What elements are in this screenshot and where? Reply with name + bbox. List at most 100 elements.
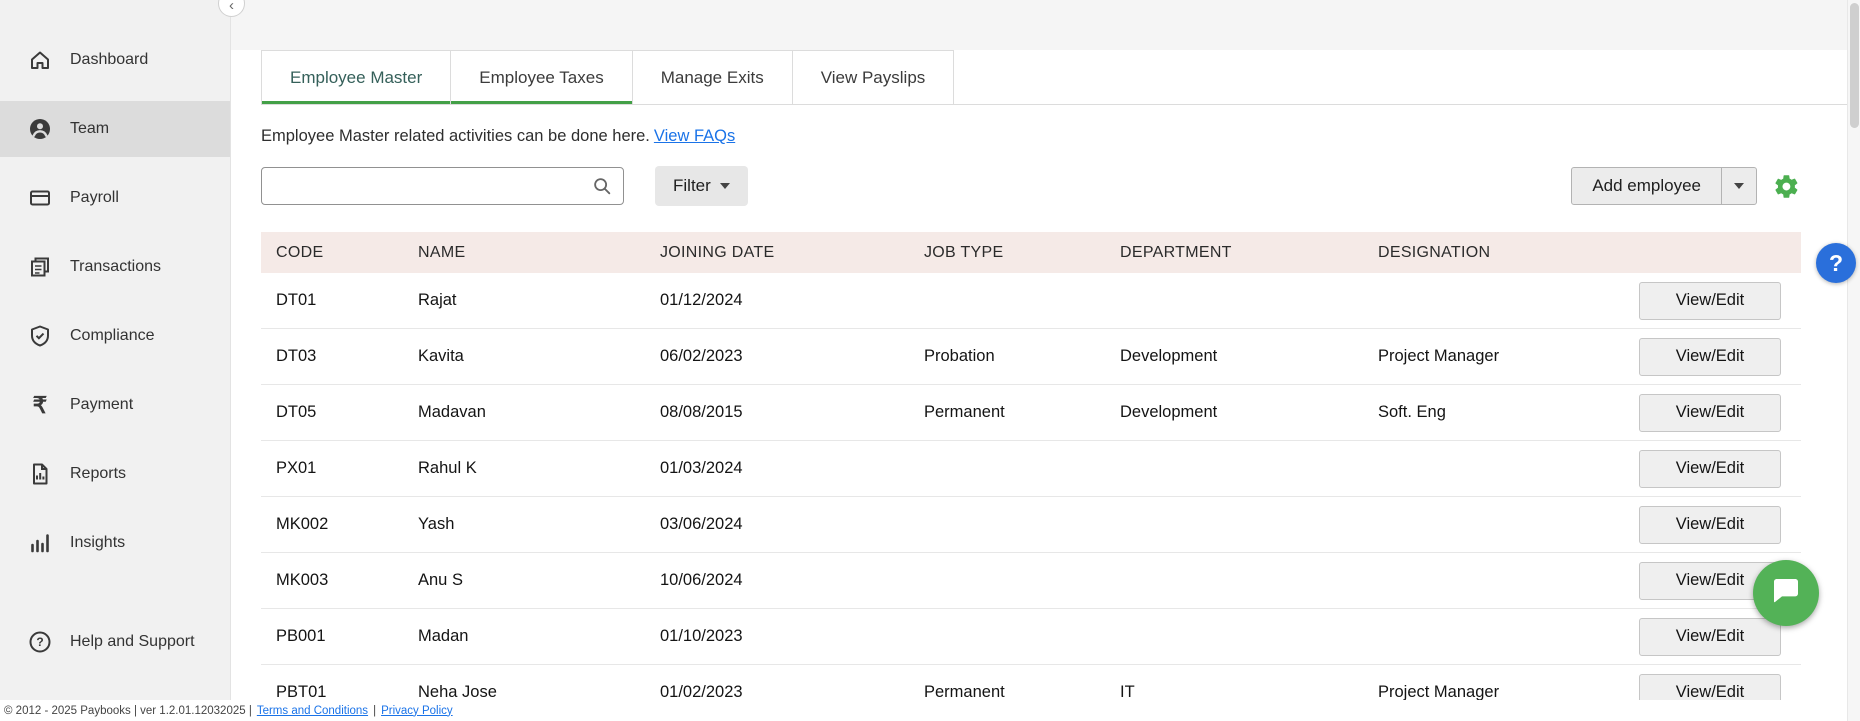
- privacy-link[interactable]: Privacy Policy: [381, 705, 453, 717]
- tab-employee-master[interactable]: Employee Master: [261, 50, 452, 104]
- add-employee-label: Add employee: [1592, 176, 1701, 195]
- view-edit-button[interactable]: View/Edit: [1639, 505, 1781, 544]
- search-box: [261, 167, 624, 205]
- column-header-code: CODE: [276, 243, 324, 261]
- tab-view-payslips[interactable]: View Payslips: [791, 50, 955, 104]
- table-row: PBT01 Neha Jose 01/02/2023 Permanent IT Proje…: [261, 665, 1801, 700]
- column-header-name: NAME: [418, 243, 466, 261]
- page-scrollbar[interactable]: [1847, 0, 1860, 721]
- sidebar-item-label: Insights: [70, 534, 126, 551]
- cell-actions: View/Edit: [1639, 617, 1781, 656]
- chevron-down-icon: [719, 183, 730, 189]
- cell-code: PB001: [276, 627, 326, 645]
- sidebar-nav: Dashboard Team Payroll Transactions Complian…: [0, 0, 230, 571]
- chat-icon: [1770, 575, 1802, 612]
- add-employee-button[interactable]: Add employee: [1571, 167, 1757, 205]
- chevron-down-icon: [1734, 183, 1744, 189]
- view-edit-button[interactable]: View/Edit: [1639, 337, 1781, 376]
- sidebar-item-payroll[interactable]: Payroll: [0, 170, 230, 226]
- cell-code: MK002: [276, 515, 329, 533]
- table-row: PX01 Rahul K 01/03/2024 View/Edit: [261, 441, 1801, 497]
- view-edit-button[interactable]: View/Edit: [1639, 393, 1781, 432]
- table-body: DT01 Rajat 01/12/2024 View/Edit DT03 Kavita 06…: [261, 273, 1801, 700]
- cell-name: Rahul K: [418, 459, 477, 477]
- sidebar-item-label: Transactions: [70, 258, 161, 275]
- payroll-icon: [27, 185, 53, 211]
- transactions-icon: [27, 254, 53, 280]
- cell-designation: Project Manager: [1378, 683, 1500, 700]
- view-edit-button[interactable]: View/Edit: [1639, 281, 1781, 320]
- chat-widget-button[interactable]: [1753, 560, 1819, 626]
- cell-actions: View/Edit: [1639, 505, 1781, 544]
- cell-code: PX01: [276, 459, 317, 477]
- sidebar-item-label: Payroll: [70, 189, 119, 206]
- sidebar-item-label: Dashboard: [70, 51, 149, 68]
- column-header-designation: DESIGNATION: [1378, 243, 1491, 261]
- column-header-joining-date: JOINING DATE: [660, 243, 775, 261]
- cell-actions: View/Edit: [1639, 673, 1781, 700]
- tab-employee-taxes[interactable]: Employee Taxes: [450, 50, 633, 104]
- table-row: DT01 Rajat 01/12/2024 View/Edit: [261, 273, 1801, 329]
- sidebar-item-transactions[interactable]: Transactions: [0, 239, 230, 295]
- tab-bar: Employee Master Employee Taxes Manage Exit…: [261, 50, 1847, 105]
- footer: © 2012 - 2025 Paybooks | ver 1.2.01.1203…: [0, 700, 1860, 721]
- top-strip: [231, 0, 1860, 50]
- sidebar-item-payment[interactable]: ₹ Payment: [0, 377, 230, 433]
- cell-actions: View/Edit: [1639, 449, 1781, 488]
- description-text: Employee Master related activities can b…: [261, 127, 650, 145]
- sidebar-item-insights[interactable]: Insights: [0, 515, 230, 571]
- help-bubble-button[interactable]: ?: [1816, 243, 1856, 283]
- sidebar-item-dashboard[interactable]: Dashboard: [0, 32, 230, 88]
- cell-name: Yash: [418, 515, 455, 533]
- table-row: DT03 Kavita 06/02/2023 Probation Development…: [261, 329, 1801, 385]
- view-edit-button[interactable]: View/Edit: [1639, 449, 1781, 488]
- cell-name: Kavita: [418, 347, 464, 365]
- insights-icon: [27, 530, 53, 556]
- search-icon[interactable]: [591, 175, 613, 197]
- table-row: PB001 Madan 01/10/2023 View/Edit: [261, 609, 1801, 665]
- column-header-job-type: JOB TYPE: [924, 243, 1004, 261]
- copyright-text: © 2012 - 2025 Paybooks | ver 1.2.01.1203…: [4, 704, 252, 717]
- sidebar: Dashboard Team Payroll Transactions Complian…: [0, 0, 231, 700]
- toolbar: Filter Add employee: [261, 166, 1801, 206]
- scrollbar-thumb[interactable]: [1850, 3, 1859, 128]
- cell-name: Neha Jose: [418, 683, 497, 700]
- cell-actions: View/Edit: [1639, 393, 1781, 432]
- team-icon: [27, 116, 53, 142]
- filter-button[interactable]: Filter: [655, 166, 748, 206]
- settings-gear-icon[interactable]: [1771, 171, 1801, 201]
- cell-code: MK003: [276, 571, 329, 589]
- cell-name: Rajat: [418, 291, 457, 309]
- sidebar-item-label: Help and Support: [70, 633, 195, 650]
- view-faqs-link[interactable]: View FAQs: [654, 127, 735, 145]
- cell-department: Development: [1120, 347, 1218, 365]
- cell-department: IT: [1120, 683, 1135, 700]
- cell-joining-date: 01/12/2024: [660, 291, 743, 309]
- cell-job-type: Permanent: [924, 403, 1005, 421]
- sidebar-item-label: Compliance: [70, 327, 155, 344]
- cell-department: Development: [1120, 403, 1218, 421]
- search-input[interactable]: [274, 176, 591, 196]
- cell-joining-date: 08/08/2015: [660, 403, 743, 421]
- cell-job-type: Probation: [924, 347, 995, 365]
- sidebar-item-help-and-support[interactable]: ? Help and Support: [0, 614, 230, 670]
- view-edit-button[interactable]: View/Edit: [1639, 617, 1781, 656]
- add-employee-dropdown[interactable]: [1722, 168, 1756, 204]
- cell-code: DT01: [276, 291, 317, 309]
- cell-joining-date: 01/10/2023: [660, 627, 743, 645]
- sidebar-item-reports[interactable]: Reports: [0, 446, 230, 502]
- sidebar-item-label: Reports: [70, 465, 127, 482]
- page-description: Employee Master related activities can b…: [261, 127, 1860, 146]
- terms-link[interactable]: Terms and Conditions: [257, 705, 368, 717]
- footer-divider: |: [373, 704, 377, 717]
- cell-designation: Project Manager: [1378, 347, 1500, 365]
- cell-joining-date: 03/06/2024: [660, 515, 743, 533]
- sidebar-item-team[interactable]: Team: [0, 101, 230, 157]
- main-content: Employee Master Employee Taxes Manage Exit…: [231, 0, 1860, 700]
- sidebar-item-label: Payment: [70, 396, 134, 413]
- tab-manage-exits[interactable]: Manage Exits: [631, 50, 793, 104]
- sidebar-item-compliance[interactable]: Compliance: [0, 308, 230, 364]
- cell-job-type: Permanent: [924, 683, 1005, 700]
- employee-table: CODE NAME JOINING DATE JOB TYPE DEPARTMENT DE…: [261, 232, 1801, 700]
- view-edit-button[interactable]: View/Edit: [1639, 673, 1781, 700]
